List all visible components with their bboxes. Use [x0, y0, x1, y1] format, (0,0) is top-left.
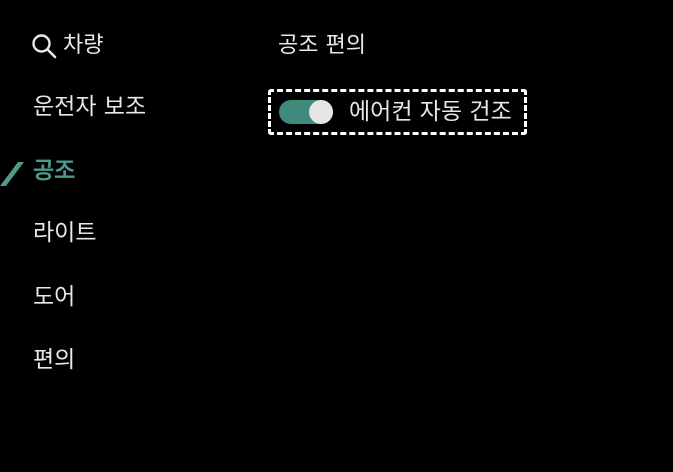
ac-auto-dry-label: 에어컨 자동 건조: [349, 99, 512, 125]
search-icon: [31, 33, 57, 59]
sidebar-item-driver-assist[interactable]: 운전자 보조: [33, 89, 146, 125]
sidebar: 차량 운전자 보조 공조 라이트 도어 편의: [0, 0, 250, 472]
sidebar-item-convenience[interactable]: 편의: [33, 342, 75, 378]
section-title: 공조 편의: [278, 33, 366, 58]
ac-auto-dry-toggle[interactable]: [279, 100, 333, 124]
search-vehicle[interactable]: 차량: [31, 30, 103, 62]
ac-auto-dry-setting[interactable]: 에어컨 자동 건조: [268, 89, 527, 135]
active-checkmark-icon: [0, 162, 24, 186]
toggle-knob: [309, 100, 333, 124]
sidebar-item-climate[interactable]: 공조: [33, 153, 75, 189]
sidebar-item-doors[interactable]: 도어: [33, 279, 75, 315]
search-label: 차량: [63, 33, 104, 58]
sidebar-item-lights[interactable]: 라이트: [33, 215, 96, 251]
